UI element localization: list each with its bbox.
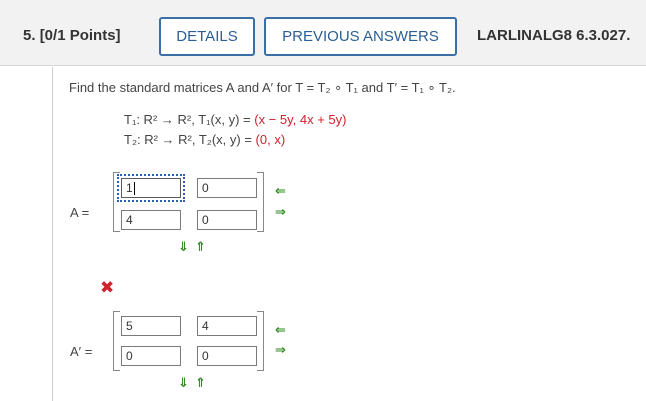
matrix-a-prime-cell-r2c1-value: 0 <box>126 349 133 363</box>
matrix-a-prime-left-bracket <box>113 311 120 371</box>
matrix-a-prime-right-bracket <box>257 311 264 371</box>
question-header: 5. [0/1 Points] DETAILS PREVIOUS ANSWERS… <box>0 0 646 66</box>
add-row-arrow-icon[interactable]: ⇒ <box>275 343 286 356</box>
details-button[interactable]: DETAILS <box>159 17 255 56</box>
previous-answers-label: PREVIOUS ANSWERS <box>282 28 439 45</box>
add-column-arrow-icon[interactable]: ⇓ <box>178 376 189 389</box>
matrix-a-prime-cell-r2c2[interactable]: 0 <box>197 346 257 366</box>
previous-answers-button[interactable]: PREVIOUS ANSWERS <box>264 17 457 56</box>
text-caret <box>133 182 135 196</box>
matrix-a-right-bracket <box>257 172 264 232</box>
t1-definition: T₁: R² → R², T₁(x, y) = (x − 5y, 4x + 5y… <box>124 112 346 127</box>
matrix-a-cell-r1c1-value: 1 <box>126 181 133 195</box>
t2-definition: T₂: R² → R², T₂(x, y) = (0, x) <box>124 132 285 147</box>
remove-column-arrow-icon[interactable]: ⇑ <box>195 240 206 253</box>
matrix-a-prime-cell-r1c2-value: 4 <box>202 319 209 333</box>
matrix-a-prime-cell-r1c1[interactable]: 5 <box>121 316 181 336</box>
remove-column-arrow-icon[interactable]: ⇑ <box>195 376 206 389</box>
matrix-a-cell-r2c1-value: 4 <box>126 213 133 227</box>
matrix-a-prime-cell-r2c2-value: 0 <box>202 349 209 363</box>
problem-code: LARLINALG8 6.3.027. <box>477 27 631 44</box>
matrix-a-cell-r2c2[interactable]: 0 <box>197 210 257 230</box>
points-text: [0/1 Points] <box>39 27 121 44</box>
matrix-a-prime-label: A′ = <box>70 344 93 359</box>
matrix-a-cell-r1c1[interactable]: 1 <box>117 174 185 202</box>
incorrect-x-icon: ✖ <box>100 278 115 297</box>
question-number: 5. [0/1 Points] <box>23 27 121 44</box>
remove-row-arrow-icon[interactable]: ⇐ <box>275 323 286 336</box>
matrix-a-left-bracket <box>113 172 120 232</box>
matrix-a-prime-cell-r1c2[interactable]: 4 <box>197 316 257 336</box>
matrix-a-prime-cell-r2c1[interactable]: 0 <box>121 346 181 366</box>
matrix-a-prime-cell-r1c1-value: 5 <box>126 319 133 333</box>
t1-lead: T₁: R² → R², T₁(x, y) = <box>124 112 255 127</box>
matrix-a-cell-r2c1[interactable]: 4 <box>121 210 181 230</box>
question-number-text: 5. <box>23 27 36 44</box>
matrix-a-cell-r1c2-value: 0 <box>202 181 209 195</box>
t2-value: (0, x) <box>255 132 286 147</box>
remove-row-arrow-icon[interactable]: ⇐ <box>275 184 286 197</box>
matrix-a-label: A = <box>70 205 90 220</box>
matrix-a-cell-r1c2[interactable]: 0 <box>197 178 257 198</box>
add-column-arrow-icon[interactable]: ⇓ <box>178 240 189 253</box>
question-prompt: Find the standard matrices A and A′ for … <box>69 80 456 95</box>
details-label: DETAILS <box>176 28 238 45</box>
t2-lead: T₂: R² → R², T₂(x, y) = <box>124 132 256 147</box>
matrix-a-cell-r2c2-value: 0 <box>202 213 209 227</box>
t1-value: (x − 5y, 4x + 5y) <box>254 112 347 127</box>
add-row-arrow-icon[interactable]: ⇒ <box>275 205 286 218</box>
